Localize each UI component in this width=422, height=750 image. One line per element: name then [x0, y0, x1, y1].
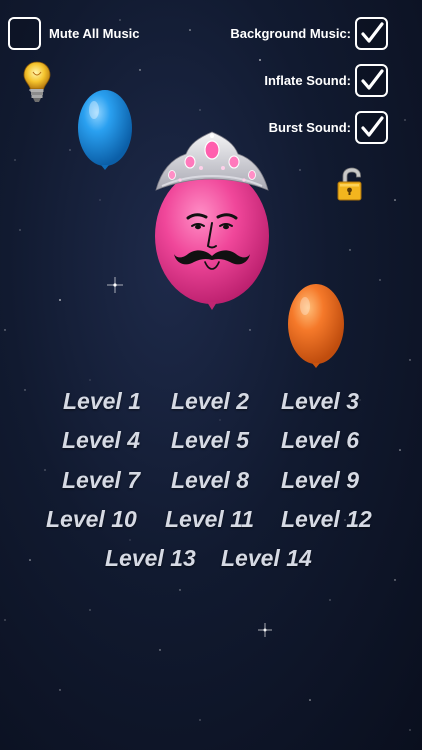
mute-all-music-label: Mute All Music: [49, 26, 140, 41]
background-music-checkbox[interactable]: [355, 17, 388, 50]
checkmark-icon: [361, 69, 384, 90]
level-5-button[interactable]: Level 5: [171, 427, 249, 454]
unlocked-padlock-icon[interactable]: [336, 167, 368, 201]
inflate-sound-toggle[interactable]: Inflate Sound:: [264, 64, 388, 97]
level-13-button[interactable]: Level 13: [105, 545, 196, 572]
mute-all-music-checkbox[interactable]: [8, 17, 41, 50]
burst-sound-label: Burst Sound:: [268, 120, 351, 135]
level-1-button[interactable]: Level 1: [63, 388, 141, 415]
pink-balloon-character[interactable]: [150, 128, 275, 318]
level-7-button[interactable]: Level 7: [62, 467, 140, 494]
level-11-button[interactable]: Level 11: [165, 506, 254, 533]
orange-balloon[interactable]: [286, 282, 346, 372]
background-music-label: Background Music:: [230, 26, 351, 41]
level-14-button[interactable]: Level 14: [221, 545, 312, 572]
background-music-toggle[interactable]: Background Music:: [230, 17, 388, 50]
level-10-button[interactable]: Level 10: [46, 506, 137, 533]
level-6-button[interactable]: Level 6: [281, 427, 359, 454]
blue-balloon[interactable]: [75, 88, 135, 178]
level-9-button[interactable]: Level 9: [281, 467, 359, 494]
checkmark-icon: [361, 116, 384, 137]
level-8-button[interactable]: Level 8: [171, 467, 249, 494]
burst-sound-checkbox[interactable]: [355, 111, 388, 144]
burst-sound-toggle[interactable]: Burst Sound:: [269, 111, 388, 144]
level-4-button[interactable]: Level 4: [62, 427, 140, 454]
level-3-button[interactable]: Level 3: [281, 388, 359, 415]
mute-all-music-toggle[interactable]: Mute All Music: [8, 17, 140, 50]
inflate-sound-checkbox[interactable]: [355, 64, 388, 97]
level-2-button[interactable]: Level 2: [171, 388, 249, 415]
lightbulb-icon[interactable]: [22, 60, 52, 106]
checkmark-icon: [361, 22, 384, 43]
inflate-sound-label: Inflate Sound:: [264, 73, 351, 88]
level-12-button[interactable]: Level 12: [281, 506, 372, 533]
